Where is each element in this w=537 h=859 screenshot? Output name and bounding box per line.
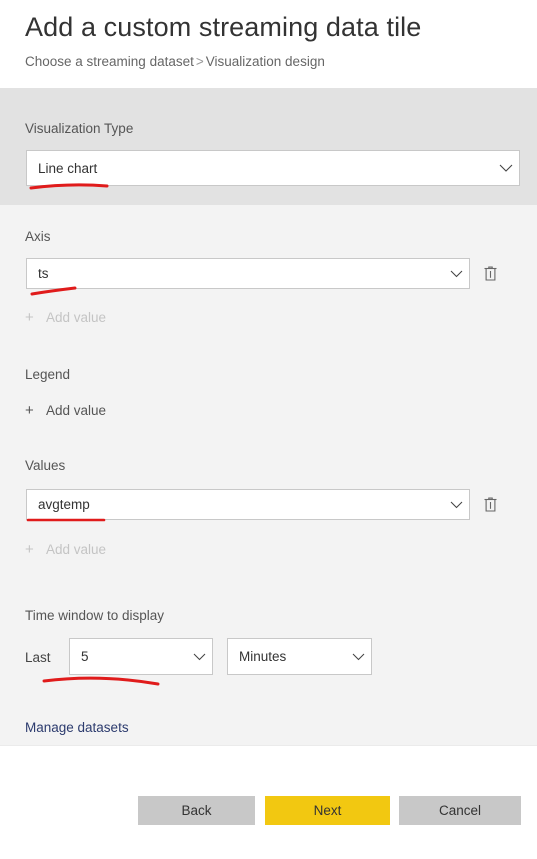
manage-datasets-link[interactable]: Manage datasets <box>25 720 129 735</box>
visualization-type-dropdown[interactable]: Line chart <box>26 150 520 186</box>
chevron-down-icon <box>443 501 469 509</box>
legend-add-value-button[interactable]: + Add value <box>25 403 106 418</box>
cancel-button[interactable]: Cancel <box>399 796 521 825</box>
axis-field-value: ts <box>38 266 49 281</box>
breadcrumb-step-2: Visualization design <box>205 54 325 69</box>
visualization-type-section <box>0 88 537 205</box>
legend-add-value-label: Add value <box>46 403 107 418</box>
breadcrumb-separator: > <box>195 54 204 69</box>
axis-label: Axis <box>25 229 51 244</box>
back-button[interactable]: Back <box>138 796 255 825</box>
chevron-down-icon <box>443 270 469 278</box>
values-add-value-label: Add value <box>46 542 107 557</box>
trash-icon <box>484 266 496 281</box>
values-field-value: avgtemp <box>38 497 90 512</box>
next-button[interactable]: Next <box>265 796 390 825</box>
plus-icon: + <box>25 541 34 558</box>
legend-label: Legend <box>25 367 71 382</box>
plus-icon: + <box>25 402 34 419</box>
dialog-header: Add a custom streaming data tile Choose … <box>0 0 537 88</box>
visualization-type-value: Line chart <box>38 160 98 176</box>
axis-delete-button[interactable] <box>479 262 501 284</box>
plus-icon: + <box>25 309 34 326</box>
time-window-unit-value: Minutes <box>239 649 287 664</box>
dialog-footer: Back Next Cancel <box>0 745 537 859</box>
values-label: Values <box>25 458 66 473</box>
chevron-down-icon <box>345 653 371 661</box>
values-field-dropdown[interactable]: avgtemp <box>26 489 470 520</box>
axis-add-value-label: Add value <box>46 310 107 325</box>
add-streaming-tile-dialog: Add a custom streaming data tile Choose … <box>0 0 537 859</box>
time-window-label: Time window to display <box>25 608 165 623</box>
values-delete-button[interactable] <box>479 493 501 515</box>
page-title: Add a custom streaming data tile <box>25 12 422 42</box>
time-window-amount-dropdown[interactable]: 5 <box>69 638 213 675</box>
values-add-value-button[interactable]: + Add value <box>25 542 106 557</box>
chevron-down-icon <box>186 653 212 661</box>
chevron-down-icon <box>493 164 519 173</box>
trash-icon <box>484 497 496 512</box>
axis-add-value-button[interactable]: + Add value <box>25 310 106 325</box>
last-label: Last <box>25 650 51 665</box>
breadcrumb-step-1[interactable]: Choose a streaming dataset <box>25 54 194 69</box>
time-window-unit-dropdown[interactable]: Minutes <box>227 638 372 675</box>
visualization-type-label: Visualization Type <box>25 121 134 136</box>
breadcrumb: Choose a streaming dataset > Visualization… <box>25 54 325 69</box>
axis-field-dropdown[interactable]: ts <box>26 258 470 289</box>
time-window-amount-value: 5 <box>81 649 89 664</box>
